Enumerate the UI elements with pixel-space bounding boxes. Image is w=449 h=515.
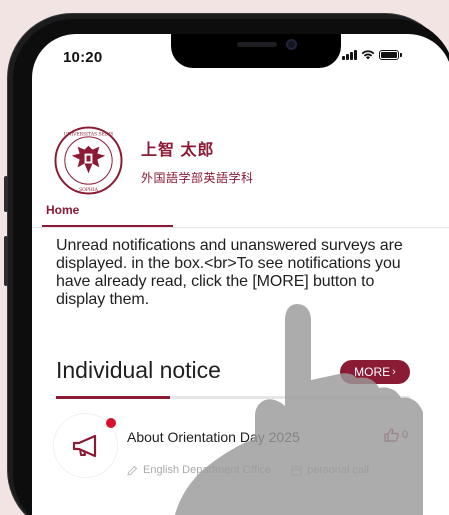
thumbs-up-icon: [384, 428, 399, 442]
section-title: Individual notice: [56, 357, 221, 383]
like-button[interactable]: 0: [384, 428, 408, 442]
tab-divider: [32, 227, 449, 228]
speaker: [237, 42, 277, 47]
chevron-right-icon: ›: [392, 366, 396, 378]
notice-title[interactable]: About Orientation Day 2025: [127, 429, 300, 445]
calendar-icon: [291, 466, 302, 475]
section-title-underline: [56, 396, 170, 399]
unread-indicator: [106, 418, 116, 428]
notice-type: personal call: [307, 464, 369, 476]
notice-meta: English Department Office personal call: [127, 464, 369, 476]
tab-home-indicator: [42, 225, 173, 227]
svg-text:UNIVERSITAS SEDIS: UNIVERSITAS SEDIS: [64, 131, 114, 137]
signal-icon: [342, 49, 357, 60]
pencil-icon: [127, 465, 138, 476]
user-department: 外国語学部英語学科: [141, 170, 254, 185]
wifi-icon: [361, 50, 375, 60]
svg-text:SOPHIA: SOPHIA: [79, 187, 99, 193]
user-profile: UNIVERSITAS SEDIS SOPHIA 上智 太郎 外国語学部英語学科: [54, 126, 254, 195]
notice-office: English Department Office: [143, 464, 272, 476]
battery-icon: [379, 49, 402, 60]
app-screen: 10:20 UNIVERSITAS SEDIS SOPHIA 上智 太郎 外国語…: [32, 34, 449, 515]
status-time: 10:20: [63, 49, 103, 66]
phone-side-button: [4, 176, 8, 212]
more-button-label: MORE: [354, 365, 391, 379]
user-name: 上智 太郎: [141, 141, 215, 159]
phone-notch: [171, 34, 341, 68]
university-crest-icon: UNIVERSITAS SEDIS SOPHIA: [54, 126, 123, 195]
status-icons: [342, 49, 402, 60]
megaphone-icon: [72, 434, 96, 457]
tab-home[interactable]: Home: [46, 203, 79, 217]
like-count: 0: [402, 429, 409, 441]
intro-text: Unread notifications and unanswered surv…: [56, 237, 403, 308]
camera: [286, 39, 297, 50]
more-button[interactable]: MORE ›: [340, 360, 410, 384]
phone-side-button: [4, 236, 8, 286]
